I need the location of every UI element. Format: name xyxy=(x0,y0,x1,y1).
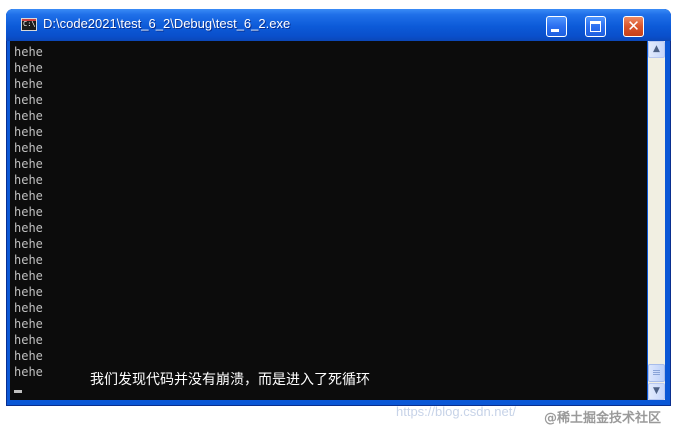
console-line: hehe xyxy=(14,125,43,139)
console-line: hehe xyxy=(14,189,43,203)
maximize-button[interactable] xyxy=(585,16,606,37)
console-line: hehe xyxy=(14,317,43,331)
console-window: C:\ D:\code2021\test_6_2\Debug\test_6_2.… xyxy=(6,9,671,406)
console-line: hehe xyxy=(14,93,43,107)
maximize-icon xyxy=(590,21,601,32)
console-line: hehe xyxy=(14,141,43,155)
console-app-icon[interactable]: C:\ xyxy=(21,18,37,31)
scroll-thumb[interactable] xyxy=(648,364,665,382)
watermark-url: https://blog.csdn.net/ xyxy=(396,404,516,419)
console-line: hehe xyxy=(14,221,43,235)
console-line: hehe xyxy=(14,77,43,91)
arrow-down-icon: ▼ xyxy=(653,386,660,396)
console-line: hehe xyxy=(14,349,43,363)
vertical-scrollbar[interactable]: ▲ ▼ xyxy=(648,41,665,400)
console-lines: hehe hehe hehe hehe hehe hehe hehe hehe hehe hehe… xyxy=(14,44,43,380)
screen: C:\ D:\code2021\test_6_2\Debug\test_6_2.… xyxy=(0,0,678,430)
console-line: hehe xyxy=(14,285,43,299)
close-button[interactable]: ✕ xyxy=(623,16,644,37)
minimize-button[interactable] xyxy=(546,16,567,37)
console-line: hehe xyxy=(14,333,43,347)
console-line: hehe xyxy=(14,365,43,379)
watermark-site: @稀土掘金技术社区 xyxy=(544,411,662,426)
scroll-up-button[interactable]: ▲ xyxy=(648,41,665,58)
console-line: hehe xyxy=(14,173,43,187)
caption-text: 我们发现代码并没有崩溃，而是进入了死循环 xyxy=(90,372,370,388)
minimize-icon xyxy=(551,29,559,32)
scroll-down-button[interactable]: ▼ xyxy=(648,383,665,400)
close-icon: ✕ xyxy=(627,17,640,35)
console-line: hehe xyxy=(14,109,43,123)
console-line: hehe xyxy=(14,237,43,251)
console-line: hehe xyxy=(14,157,43,171)
console-line: hehe xyxy=(14,61,43,75)
window-title: D:\code2021\test_6_2\Debug\test_6_2.exe xyxy=(43,16,291,31)
text-cursor xyxy=(14,390,22,393)
title-bar[interactable]: C:\ D:\code2021\test_6_2\Debug\test_6_2.… xyxy=(6,9,671,41)
arrow-up-icon: ▲ xyxy=(653,44,660,54)
console-line: hehe xyxy=(14,45,43,59)
console-line: hehe xyxy=(14,301,43,315)
console-line: hehe xyxy=(14,205,43,219)
console-line: hehe xyxy=(14,269,43,283)
console-line: hehe xyxy=(14,253,43,267)
console-output[interactable]: hehe hehe hehe hehe hehe hehe hehe hehe hehe hehe… xyxy=(10,41,647,400)
